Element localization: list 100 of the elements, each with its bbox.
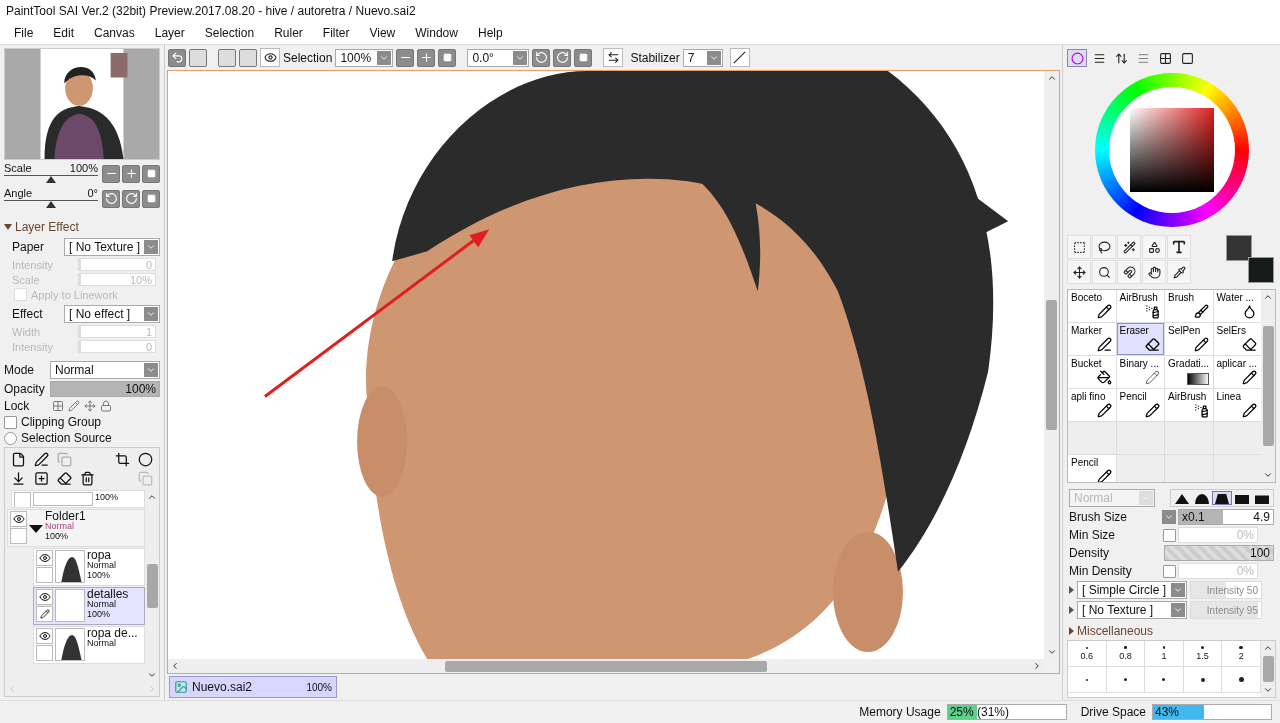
brush-size-preset[interactable]: 0.8 bbox=[1106, 641, 1146, 667]
brush-size-preset[interactable]: 1.5 bbox=[1183, 641, 1223, 667]
brush-slot[interactable]: AirBrush bbox=[1116, 290, 1164, 322]
layer-lock-toggle[interactable] bbox=[36, 606, 53, 622]
brush-slot[interactable]: Pencil bbox=[1116, 389, 1164, 421]
angle-dropdown[interactable]: 0.0° bbox=[467, 48, 530, 67]
dropdown[interactable]: [ No effect ] bbox=[64, 305, 160, 323]
shapes-tool[interactable] bbox=[1142, 235, 1166, 259]
blend-mode-dropdown[interactable]: Normal bbox=[50, 361, 160, 379]
rotate-left-button[interactable] bbox=[532, 48, 551, 67]
visibility-toggle[interactable] bbox=[10, 511, 27, 527]
document-tab[interactable]: Nuevo.sai2 100% bbox=[169, 676, 337, 698]
brush-slot[interactable]: apli fino bbox=[1068, 389, 1116, 421]
brush-slot[interactable]: Binary ... bbox=[1116, 356, 1164, 388]
selection-tool[interactable] bbox=[1067, 235, 1091, 259]
menu-item[interactable]: Ruler bbox=[264, 26, 313, 40]
section-header[interactable]: Miscellaneous bbox=[1069, 624, 1274, 638]
visibility-toggle[interactable] bbox=[36, 589, 53, 605]
section-header[interactable]: Layer Effect bbox=[4, 220, 160, 234]
zoom-in-button[interactable] bbox=[122, 164, 140, 183]
brush-slot[interactable]: Gradati... bbox=[1165, 356, 1213, 388]
scrollbar-thumb[interactable] bbox=[1046, 300, 1057, 430]
reset-zoom-button[interactable] bbox=[438, 48, 457, 67]
expand-caret-icon[interactable] bbox=[29, 525, 43, 533]
menu-item[interactable]: Help bbox=[467, 26, 513, 40]
brush-slot[interactable]: AirBrush bbox=[1165, 389, 1213, 421]
menu-item[interactable]: Window bbox=[405, 26, 468, 40]
brush-size-preset[interactable]: 1 bbox=[1145, 641, 1184, 667]
radio-button[interactable] bbox=[4, 431, 17, 445]
checkbox[interactable] bbox=[4, 415, 17, 429]
slider-track[interactable] bbox=[4, 200, 98, 210]
list-entry[interactable]: ropa Normal 100% bbox=[33, 548, 145, 586]
brush-size-preset[interactable]: 0.6 bbox=[1068, 641, 1107, 667]
primary-color-swatch[interactable] bbox=[1226, 235, 1252, 261]
menu-item[interactable]: Selection bbox=[194, 26, 265, 40]
menu-item[interactable]: View bbox=[359, 26, 406, 40]
brush-slot[interactable]: Brush bbox=[1165, 290, 1213, 322]
list-entry[interactable]: detalles Normal 100% bbox=[33, 587, 145, 625]
menu-item[interactable]: Layer bbox=[144, 26, 195, 40]
reset-button[interactable] bbox=[142, 164, 160, 183]
toolbar-button[interactable] bbox=[239, 48, 257, 67]
layer-lock-toggle[interactable] bbox=[36, 645, 53, 661]
scrollbar-thumb[interactable] bbox=[146, 564, 158, 608]
brush-shape-dropdown[interactable]: [ Simple Circle ] bbox=[1077, 581, 1187, 599]
intensity-slider[interactable]: Intensity 50 bbox=[1190, 581, 1262, 599]
brush-slot[interactable]: Linea bbox=[1213, 389, 1261, 421]
texture-dropdown[interactable]: [ No Texture ] bbox=[1077, 601, 1187, 619]
visibility-toggle[interactable] bbox=[36, 628, 53, 644]
line-tool-button[interactable] bbox=[729, 48, 750, 67]
dropdown-arrow-button[interactable] bbox=[377, 50, 392, 65]
zoom-in-button[interactable] bbox=[417, 48, 436, 67]
brush-slot[interactable]: Eraser bbox=[1116, 323, 1164, 355]
brush-slot[interactable]: Pencil bbox=[1068, 455, 1116, 482]
layer-lock-toggle[interactable] bbox=[14, 492, 31, 507]
zoom-dropdown[interactable]: 100% bbox=[335, 48, 394, 67]
zoom-out-button[interactable] bbox=[102, 164, 120, 183]
toolbar-button[interactable] bbox=[218, 48, 236, 67]
menu-item[interactable]: Edit bbox=[43, 26, 85, 40]
brush-slot[interactable]: SelPen bbox=[1165, 323, 1213, 355]
list-entry[interactable]: 100% bbox=[11, 490, 145, 508]
slider-track[interactable] bbox=[4, 175, 98, 185]
list-entry[interactable]: ropa de... Normal bbox=[33, 626, 145, 664]
brush-slot[interactable]: Water ... bbox=[1213, 290, 1261, 322]
rotate-left-button[interactable] bbox=[102, 189, 120, 208]
brush-size-slider[interactable]: x0.1 4.9 bbox=[1178, 509, 1274, 525]
dropdown-arrow-button[interactable] bbox=[513, 50, 528, 65]
scrollbar-thumb[interactable] bbox=[1262, 656, 1274, 682]
layer-lock-toggle[interactable] bbox=[36, 567, 53, 583]
zoom-tool[interactable] bbox=[1092, 260, 1116, 284]
reset-rotation-button[interactable] bbox=[574, 48, 593, 67]
magic-wand-tool[interactable] bbox=[1117, 235, 1141, 259]
move-tool[interactable] bbox=[1067, 260, 1091, 284]
rotate-right-button[interactable] bbox=[553, 48, 572, 67]
scrollbar[interactable] bbox=[1261, 641, 1275, 697]
hand-tool[interactable] bbox=[1142, 260, 1166, 284]
dropdown-arrow-button[interactable] bbox=[706, 50, 721, 65]
rotate-right-button[interactable] bbox=[122, 189, 140, 208]
density-slider[interactable]: 100 bbox=[1164, 545, 1274, 561]
zoom-out-button[interactable] bbox=[396, 48, 415, 67]
brush-shape-button[interactable] bbox=[1212, 491, 1232, 505]
folder-entry[interactable]: Folder1 Normal 100% bbox=[7, 509, 145, 547]
secondary-color-swatch[interactable] bbox=[1248, 257, 1274, 283]
reset-button[interactable] bbox=[142, 189, 160, 208]
undo-button[interactable] bbox=[168, 48, 186, 67]
layer-lock-toggle[interactable] bbox=[10, 528, 27, 544]
scrollbar-thumb[interactable] bbox=[445, 660, 767, 672]
brush-size-preset[interactable] bbox=[1222, 667, 1261, 693]
color-picker-square[interactable] bbox=[1129, 108, 1214, 192]
brush-slot[interactable]: Boceto bbox=[1068, 290, 1116, 322]
menu-item[interactable]: File bbox=[4, 26, 44, 40]
dropdown[interactable]: [ No Texture ] bbox=[64, 238, 160, 256]
visibility-button[interactable] bbox=[260, 48, 280, 67]
brush-slot[interactable]: SelErs bbox=[1213, 323, 1261, 355]
opacity-slider[interactable]: 100% bbox=[50, 381, 160, 397]
brush-slot[interactable]: aplicar ... bbox=[1213, 356, 1261, 388]
lasso-tool[interactable] bbox=[1092, 235, 1116, 259]
brush-slot[interactable]: Bucket bbox=[1068, 356, 1116, 388]
stabilizer-dropdown[interactable]: 7 bbox=[682, 48, 723, 67]
redo-button[interactable] bbox=[189, 48, 207, 67]
scrollbar-thumb[interactable] bbox=[1262, 326, 1274, 446]
